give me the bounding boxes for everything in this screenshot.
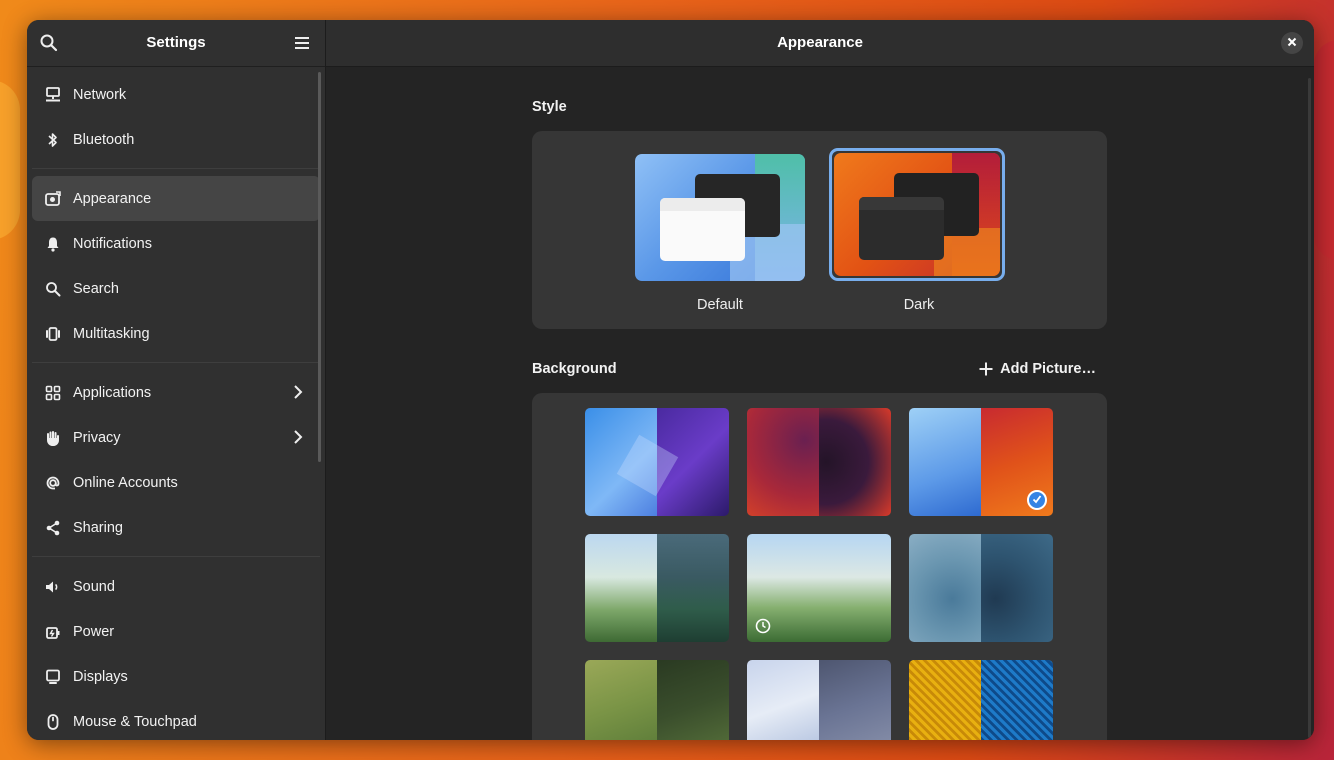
sidebar-separator — [32, 556, 320, 557]
clock-icon — [755, 618, 771, 634]
style-option-label: Default — [697, 297, 743, 313]
wallpaper-thumbnail[interactable] — [747, 660, 891, 740]
sidebar-item-label: Displays — [73, 668, 128, 685]
bell-icon — [44, 235, 62, 253]
background-section-title: Background — [532, 361, 617, 377]
sidebar-item-label: Notifications — [73, 235, 152, 252]
sidebar-list: Network Bluetooth Appearance Notificatio… — [32, 72, 320, 740]
sidebar-item-power[interactable]: Power — [32, 609, 320, 654]
add-picture-button[interactable]: Add Picture… — [978, 361, 1096, 377]
grid-icon — [44, 384, 62, 402]
wallpaper-shape — [1314, 40, 1334, 260]
check-badge — [1027, 490, 1047, 510]
plus-icon — [978, 361, 994, 377]
sidebar-item-label: Applications — [73, 384, 152, 401]
sidebar-item-label: Network — [73, 86, 127, 103]
background-grid-card — [532, 393, 1107, 740]
at-icon — [44, 474, 62, 492]
style-option-dark[interactable] — [834, 153, 1000, 276]
power-icon — [44, 623, 62, 641]
sidebar-item-label: Search — [73, 280, 119, 297]
sidebar-item-appearance[interactable]: Appearance — [32, 176, 320, 221]
sidebar-title: Settings — [146, 34, 206, 51]
sidebar-item-label: Sharing — [73, 519, 123, 536]
wallpaper-thumbnail[interactable] — [585, 534, 729, 642]
display-icon — [44, 668, 62, 686]
sidebar-header: Settings — [27, 20, 325, 67]
main-panel: Appearance Style Default Dark Background… — [326, 20, 1314, 740]
sidebar-item-label: Sound — [73, 578, 115, 595]
sidebar-item-label: Multitasking — [73, 325, 150, 342]
sidebar-item-sharing[interactable]: Sharing — [32, 505, 320, 550]
style-section-title: Style — [532, 99, 567, 115]
wallpaper-thumbnail[interactable] — [747, 534, 891, 642]
main-header: Appearance — [326, 20, 1314, 67]
mouse-icon — [44, 713, 62, 731]
style-option-default[interactable] — [635, 154, 805, 281]
wallpaper-thumbnail[interactable] — [585, 408, 729, 516]
sidebar-item-multitasking[interactable]: Multitasking — [32, 311, 320, 356]
sidebar-scrollbar[interactable] — [318, 72, 321, 462]
sidebar-separator — [32, 362, 320, 363]
sidebar-item-applications[interactable]: Applications — [32, 370, 320, 415]
sidebar-item-label: Power — [73, 623, 115, 640]
wallpaper-thumbnail[interactable] — [585, 660, 729, 740]
bluetooth-icon — [44, 131, 62, 149]
wallpaper-thumbnail[interactable] — [909, 408, 1053, 516]
wallpaper-shape — [0, 80, 20, 240]
sidebar-item-mouse-touchpad[interactable]: Mouse & Touchpad — [32, 699, 320, 740]
sidebar-item-displays[interactable]: Displays — [32, 654, 320, 699]
chevron-right-icon — [290, 384, 306, 400]
hand-icon — [44, 429, 62, 447]
chevron-right-icon — [290, 429, 306, 445]
sidebar-item-label: Appearance — [73, 190, 152, 207]
sidebar-item-search[interactable]: Search — [32, 266, 320, 311]
settings-window: Settings Network Bluetooth Appearance No… — [27, 20, 1314, 740]
sidebar-item-sound[interactable]: Sound — [32, 564, 320, 609]
appearance-icon — [44, 190, 62, 208]
close-button[interactable] — [1281, 32, 1303, 54]
sidebar-item-label: Mouse & Touchpad — [73, 713, 197, 730]
sidebar-item-label: Bluetooth — [73, 131, 135, 148]
sidebar-item-bluetooth[interactable]: Bluetooth — [32, 117, 320, 162]
wallpaper-thumbnail[interactable] — [747, 408, 891, 516]
search-icon — [44, 280, 62, 298]
speaker-icon — [44, 578, 62, 596]
sidebar-item-privacy[interactable]: Privacy — [32, 415, 320, 460]
dark-window-preview — [859, 197, 944, 260]
hamburger-menu-icon[interactable] — [292, 33, 312, 53]
sidebar-item-label: Privacy — [73, 429, 121, 446]
main-scrollbar[interactable] — [1308, 78, 1311, 738]
light-window-preview — [660, 198, 745, 261]
sidebar: Settings Network Bluetooth Appearance No… — [27, 20, 326, 740]
wallpaper-thumbnail[interactable] — [909, 534, 1053, 642]
sidebar-separator — [32, 168, 320, 169]
add-picture-label: Add Picture… — [1000, 361, 1096, 377]
checkmark-icon — [1032, 491, 1042, 509]
network-icon — [44, 86, 62, 104]
page-title: Appearance — [777, 34, 863, 51]
sidebar-item-label: Online Accounts — [73, 474, 178, 491]
sidebar-item-online-accounts[interactable]: Online Accounts — [32, 460, 320, 505]
share-icon — [44, 519, 62, 537]
multitasking-icon — [44, 325, 62, 343]
sidebar-item-notifications[interactable]: Notifications — [32, 221, 320, 266]
wallpaper-thumbnail[interactable] — [909, 660, 1053, 740]
style-card: Default Dark — [532, 131, 1107, 329]
sidebar-item-network[interactable]: Network — [32, 72, 320, 117]
close-icon — [1287, 34, 1297, 52]
style-option-label: Dark — [903, 297, 935, 313]
